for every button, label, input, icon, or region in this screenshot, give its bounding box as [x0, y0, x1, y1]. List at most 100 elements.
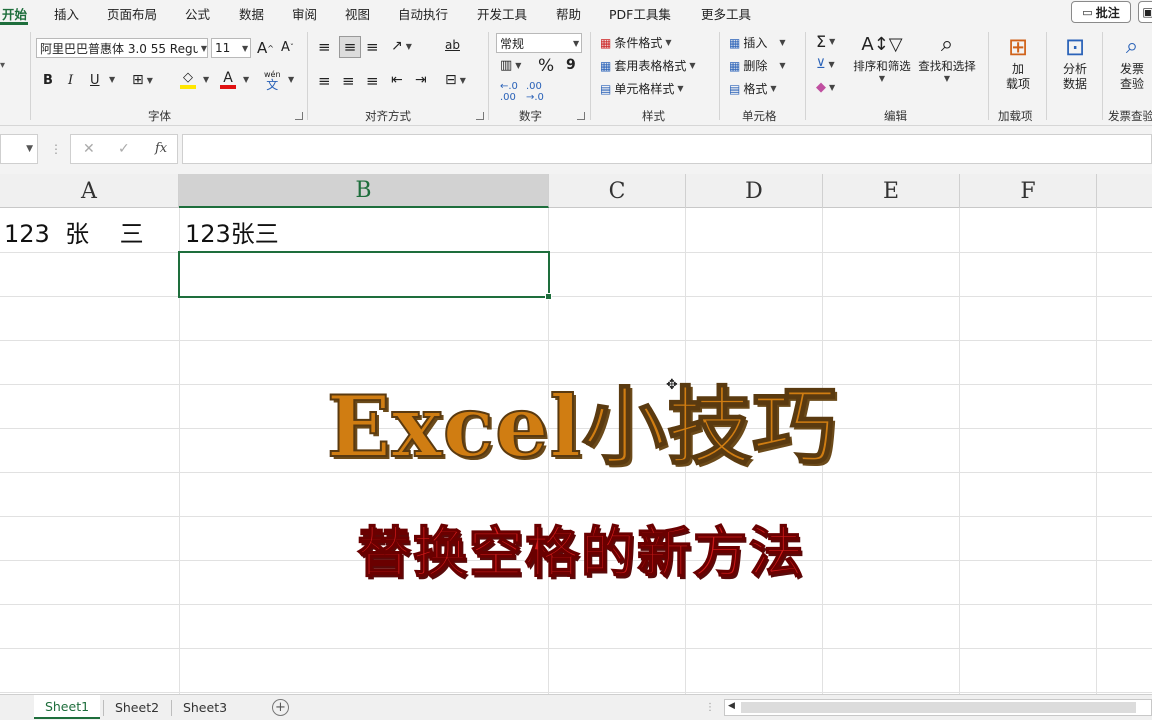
number-format-select[interactable]: 常规 ▼ [496, 33, 582, 53]
align-center-icon[interactable]: ≡ [342, 72, 355, 90]
font-size-select[interactable]: 11 ▼ [211, 38, 251, 58]
ribbon-tabs: 开始 插入 页面布局 公式 数据 审阅 视图 自动执行 开发工具 帮助 PDF工… [0, 0, 1152, 26]
percent-button[interactable]: % [538, 56, 554, 76]
tab-formulas[interactable]: 公式 [185, 4, 210, 23]
clipboard-dropdown-icon[interactable]: ▾ [0, 60, 5, 71]
currency-icon[interactable]: ▥ ▼ [500, 58, 521, 73]
tab-page-layout[interactable]: 页面布局 [107, 4, 157, 23]
merge-center-icon[interactable]: ⊟ ▼ [445, 72, 466, 88]
add-sheet-icon[interactable]: + [272, 699, 289, 716]
decrease-indent-icon[interactable]: ⇤ [391, 72, 403, 88]
column-header-b[interactable]: B [179, 174, 549, 208]
decrease-decimal-icon[interactable]: .00 →.0 [526, 81, 544, 103]
scroll-left-icon[interactable]: ◀ [728, 701, 735, 711]
font-launcher-icon[interactable] [295, 112, 303, 120]
italic-button[interactable]: I [68, 73, 73, 88]
scrollbar-thumb[interactable] [741, 702, 1136, 713]
bold-button[interactable]: B [43, 73, 53, 88]
comments-button[interactable]: ▭ 批注 [1071, 1, 1131, 23]
tab-pdf-tools[interactable]: PDF工具集 [609, 4, 671, 23]
invoice-check-button[interactable]: ⌕ 发票 查验 [1114, 32, 1150, 92]
orientation-icon[interactable]: ↗ ▼ [391, 38, 412, 54]
align-right-icon[interactable]: ≡ [366, 72, 379, 90]
gridline [0, 252, 1152, 253]
analyze-data-icon: ⊡ [1064, 33, 1086, 61]
comma-style-button[interactable]: 9 [566, 57, 576, 73]
border-icon[interactable]: ⊞ ▼ [132, 72, 153, 88]
increase-font-icon[interactable]: A ^ [257, 39, 274, 57]
group-label-invoice: 发票查验 [1108, 109, 1152, 123]
alignment-launcher-icon[interactable] [476, 112, 484, 120]
tab-data[interactable]: 数据 [239, 4, 264, 23]
chevron-down-icon[interactable]: ▼ [285, 75, 294, 84]
horizontal-scrollbar[interactable]: ◀ [724, 699, 1152, 716]
group-label-font: 字体 [148, 109, 171, 123]
column-header-a[interactable]: A [0, 174, 179, 208]
font-color-button[interactable]: A [220, 71, 236, 89]
analyze-data-button[interactable]: ⊡ 分析 数据 [1056, 32, 1094, 92]
more-options-icon[interactable]: ⋮ [50, 142, 62, 156]
find-select-button[interactable]: ⌕ 查找和选择 ▼ [916, 32, 978, 83]
tab-view[interactable]: 视图 [345, 4, 370, 23]
analyze-label-2: 数据 [1062, 77, 1087, 91]
insert-cells-button[interactable]: ▦ 插入 ▼ [729, 34, 786, 51]
underline-button[interactable]: U [90, 73, 100, 88]
column-header-f[interactable]: F [960, 174, 1097, 208]
clear-icon[interactable]: ◆ ▼ [816, 80, 835, 95]
column-header-e[interactable]: E [823, 174, 960, 208]
cell-b1[interactable]: 123张三 [185, 214, 279, 249]
fill-handle[interactable] [545, 293, 552, 300]
insert-function-icon[interactable]: fx [155, 141, 167, 156]
fill-icon[interactable]: ⊻ ▼ [816, 57, 835, 72]
tab-more-tools[interactable]: 更多工具 [701, 4, 751, 23]
gridline [0, 296, 1152, 297]
font-name-select[interactable]: 阿里巴巴普惠体 3.0 55 Regu ▼ [36, 38, 208, 58]
column-header-c[interactable]: C [549, 174, 686, 208]
sheet-tab-2[interactable]: Sheet2 [104, 695, 170, 719]
format-cells-button[interactable]: ▤ 格式 ▼ [729, 80, 777, 97]
cancel-icon[interactable]: ✕ [83, 141, 95, 157]
sheet-tab-3[interactable]: Sheet3 [172, 695, 238, 719]
tab-home[interactable]: 开始 [2, 4, 27, 23]
align-middle-icon[interactable]: ≡ [339, 36, 361, 58]
column-header-g[interactable] [1097, 174, 1152, 208]
tab-review[interactable]: 审阅 [292, 4, 317, 23]
share-button[interactable]: ▣ [1138, 1, 1152, 23]
phonetic-button[interactable]: wén 文 [264, 70, 281, 91]
wrap-text-icon[interactable]: ab [445, 38, 460, 52]
format-as-table-label: 套用表格格式 [614, 59, 687, 73]
tab-developer[interactable]: 开发工具 [477, 4, 527, 23]
active-cell-border[interactable] [178, 251, 550, 298]
cell-a1[interactable]: 123 张 三 [4, 214, 144, 249]
align-top-icon[interactable]: ≡ [318, 38, 331, 56]
column-header-d[interactable]: D [686, 174, 823, 208]
align-left-icon[interactable]: ≡ [318, 72, 331, 90]
chevron-down-icon[interactable]: ▼ [240, 75, 249, 84]
sort-filter-button[interactable]: A↕▽ 排序和筛选 ▼ [852, 32, 912, 83]
align-bottom-icon[interactable]: ≡ [366, 38, 379, 56]
increase-indent-icon[interactable]: ⇥ [415, 72, 427, 88]
cell-styles-button[interactable]: ▤ 单元格样式 ▼ [600, 80, 684, 97]
excel-window: 开始 插入 页面布局 公式 数据 审阅 视图 自动执行 开发工具 帮助 PDF工… [0, 0, 1152, 720]
addins-button[interactable]: ⊞ 加 载项 [1000, 32, 1036, 92]
chevron-down-icon: ▼ [573, 38, 580, 48]
delete-cells-button[interactable]: ▦ 删除 ▼ [729, 57, 786, 74]
sheet-tab-1[interactable]: Sheet1 [34, 695, 100, 719]
formula-input[interactable] [182, 134, 1152, 164]
tab-insert[interactable]: 插入 [54, 4, 79, 23]
tab-help[interactable]: 帮助 [556, 4, 581, 23]
fill-color-button[interactable]: ◇ [180, 71, 196, 89]
format-as-table-button[interactable]: ▦ 套用表格格式 ▼ [600, 57, 696, 74]
chevron-down-icon[interactable]: ▼ [106, 75, 115, 84]
invoice-label-2: 查验 [1119, 77, 1144, 91]
name-box[interactable]: ▼ [0, 134, 38, 164]
number-launcher-icon[interactable] [577, 112, 585, 120]
sheet-tab-bar: Sheet1 Sheet2 Sheet3 + ⋮ ◀ [0, 694, 1152, 720]
tab-automate[interactable]: 自动执行 [398, 4, 448, 23]
decrease-font-icon[interactable]: Aˇ [281, 40, 294, 55]
enter-icon[interactable]: ✓ [118, 141, 130, 157]
autosum-button[interactable]: Σ ▼ [816, 32, 835, 51]
conditional-format-button[interactable]: ▦ 条件格式 ▼ [600, 34, 672, 51]
increase-decimal-icon[interactable]: ←.0.00 [500, 81, 518, 103]
chevron-down-icon[interactable]: ▼ [200, 75, 209, 84]
